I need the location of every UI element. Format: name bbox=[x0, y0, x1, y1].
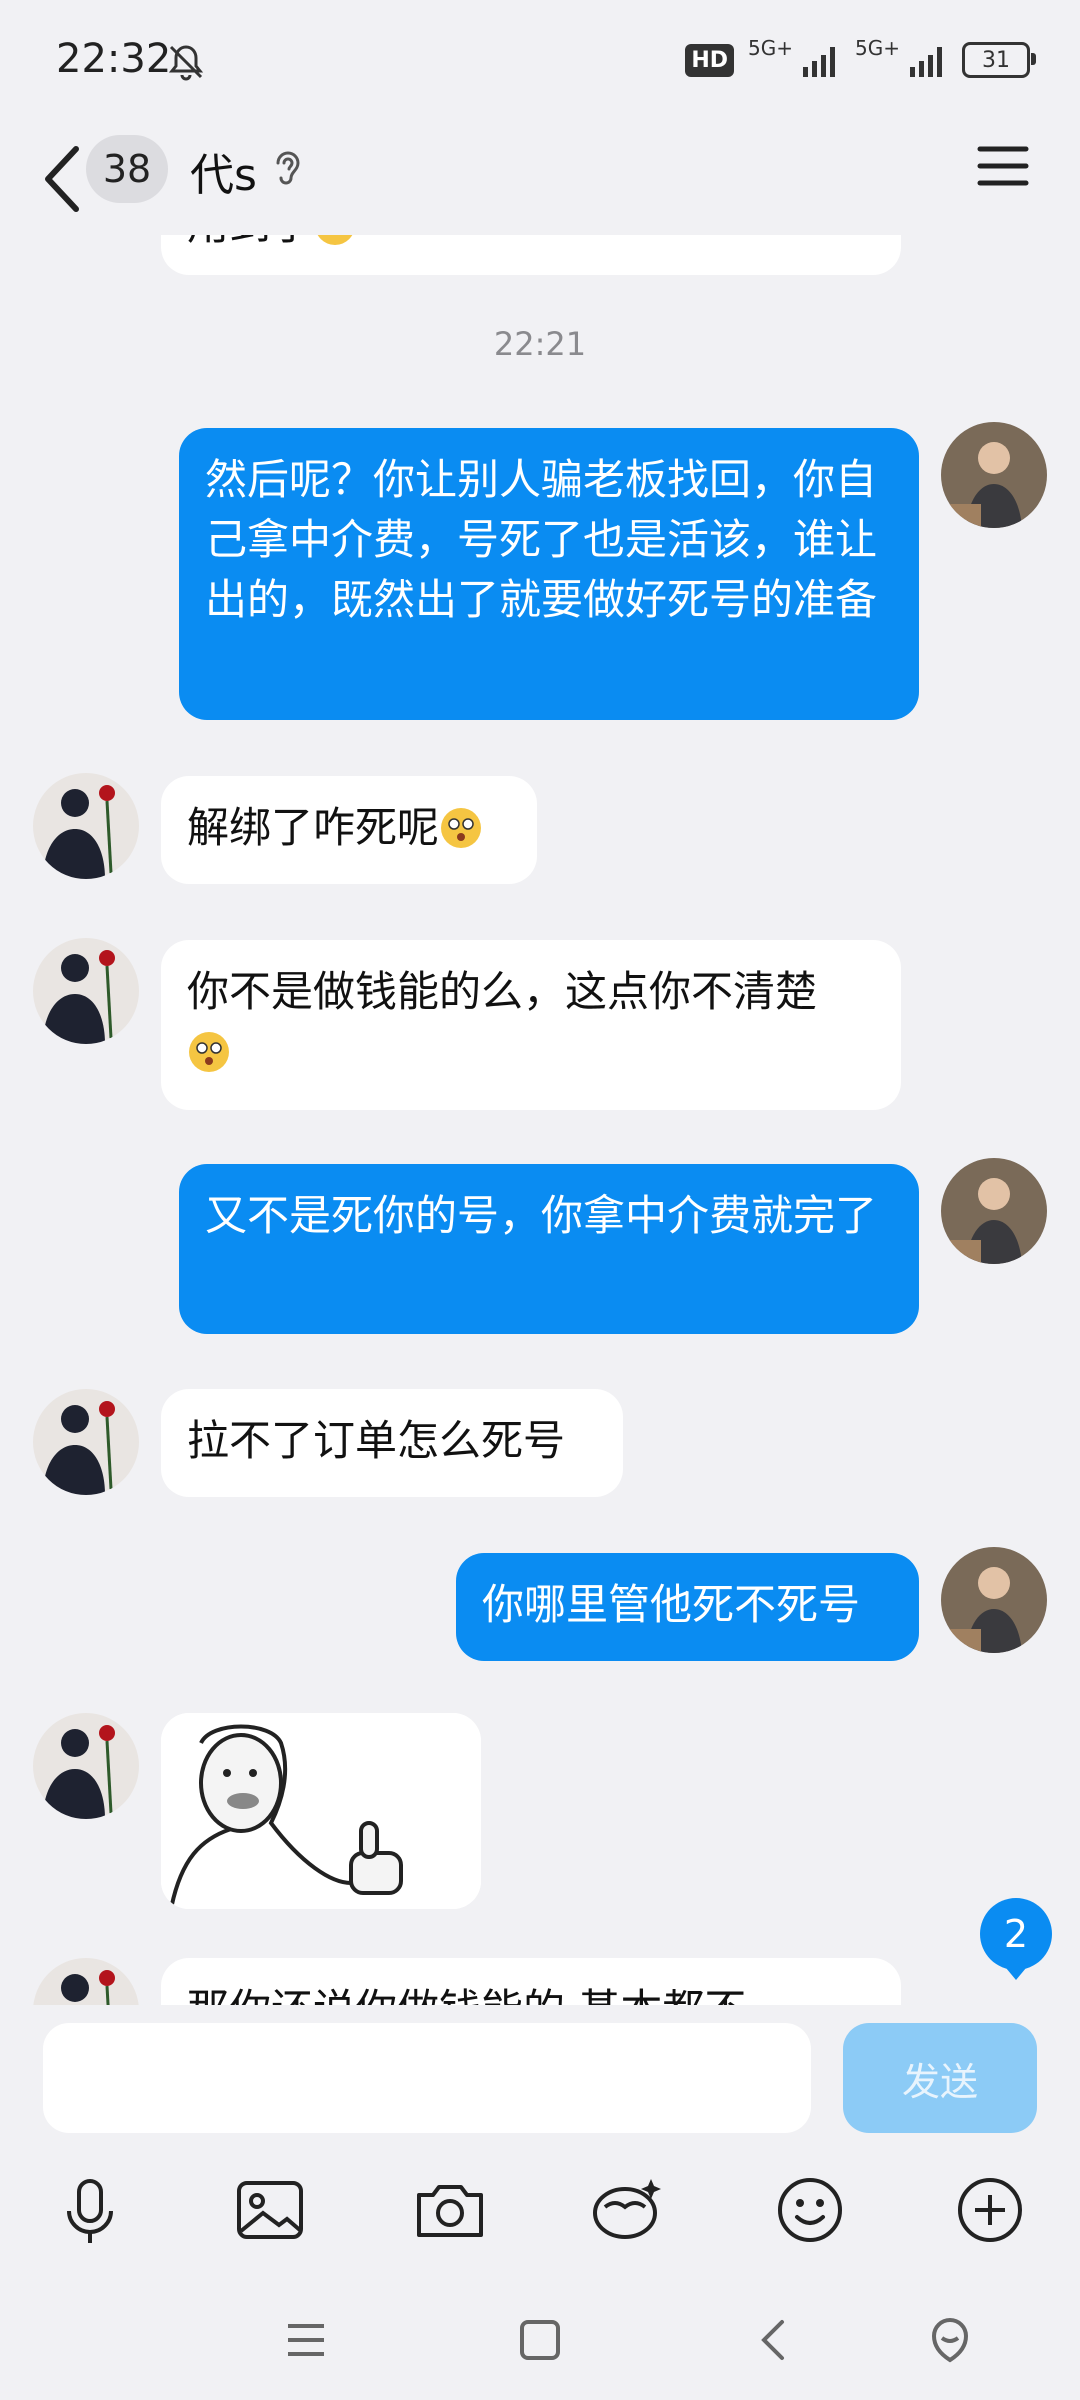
message-text: 又不是死你的号，你拿中介费就完了 bbox=[205, 1191, 878, 1240]
menu-icon[interactable] bbox=[976, 141, 1030, 191]
message-bubble-partial[interactable]: 用到了 bbox=[161, 235, 901, 275]
status-indicators: HD 5G+ 5G+ 31 bbox=[685, 36, 1036, 78]
send-button[interactable]: 发送 bbox=[843, 2023, 1037, 2133]
flushed-emoji-icon bbox=[441, 808, 482, 848]
assistant-icon[interactable] bbox=[920, 2310, 980, 2370]
ear-icon[interactable] bbox=[270, 147, 304, 191]
camera-icon[interactable] bbox=[405, 2165, 495, 2255]
message-text: 你不是做钱能的么，这点你不清楚 bbox=[187, 967, 818, 1016]
battery-indicator: 31 bbox=[962, 42, 1036, 78]
system-nav-bar bbox=[0, 2300, 1080, 2400]
contact-avatar[interactable] bbox=[33, 773, 139, 879]
message-bubble-incoming[interactable]: 那你还说你做钱能的 基本都不 bbox=[161, 1958, 901, 2005]
signal-icon-2 bbox=[910, 47, 942, 77]
emoji-icon[interactable] bbox=[765, 2165, 855, 2255]
message-bubble-incoming[interactable]: 拉不了订单怎么死号 bbox=[161, 1389, 623, 1497]
input-bar: 发送 bbox=[0, 2005, 1080, 2165]
back-icon[interactable] bbox=[744, 2310, 804, 2370]
contact-avatar[interactable] bbox=[33, 1958, 139, 2005]
plus-icon[interactable] bbox=[945, 2165, 1035, 2255]
network-label-1: 5G+ bbox=[748, 36, 794, 60]
my-avatar[interactable] bbox=[941, 422, 1047, 528]
message-bubble-outgoing[interactable]: 然后呢？你让别人骗老板找回，你自己拿中介费，号死了也是活该，谁让出的，既然出了就… bbox=[179, 428, 919, 720]
message-text: 解绑了咋死呢 bbox=[187, 803, 440, 852]
signal-icon bbox=[803, 47, 836, 77]
home-icon[interactable] bbox=[510, 2310, 570, 2370]
status-bar: 22:32 HD 5G+ 5G+ 31 bbox=[0, 0, 1080, 125]
contact-avatar[interactable] bbox=[33, 1389, 139, 1495]
back-arrow-icon[interactable] bbox=[34, 137, 94, 217]
message-input[interactable] bbox=[43, 2023, 811, 2133]
message-bubble-outgoing[interactable]: 你哪里管他死不死号 bbox=[456, 1553, 919, 1661]
thumbs-up-sticker-icon bbox=[161, 1713, 481, 1909]
my-avatar[interactable] bbox=[941, 1547, 1047, 1653]
status-time: 22:32 bbox=[56, 36, 172, 82]
message-bubble-incoming[interactable]: 解绑了咋死呢 bbox=[161, 776, 537, 884]
emoji-icon bbox=[317, 235, 353, 245]
contact-avatar[interactable] bbox=[33, 938, 139, 1044]
message-text: 用到了 bbox=[187, 235, 313, 249]
sticker-message[interactable] bbox=[161, 1713, 481, 1909]
message-bubble-incoming[interactable]: 你不是做钱能的么，这点你不清楚 bbox=[161, 940, 901, 1110]
red-packet-icon[interactable] bbox=[583, 2165, 673, 2255]
my-avatar[interactable] bbox=[941, 1158, 1047, 1264]
timestamp: 22:21 bbox=[493, 325, 587, 363]
chat-title[interactable]: 代s bbox=[190, 139, 257, 203]
message-bubble-outgoing[interactable]: 又不是死你的号，你拿中介费就完了 bbox=[179, 1164, 919, 1334]
mute-bell-icon bbox=[168, 45, 204, 81]
message-text: 那你还说你做钱能的 基本都不 bbox=[187, 1985, 746, 2005]
unread-count-badge[interactable]: 38 bbox=[86, 135, 168, 203]
image-icon[interactable] bbox=[225, 2165, 315, 2255]
input-toolbar bbox=[0, 2165, 1080, 2295]
message-text: 你哪里管他死不死号 bbox=[482, 1580, 861, 1629]
contact-avatar[interactable] bbox=[33, 1713, 139, 1819]
message-list[interactable]: 用到了 22:21 然后呢？你让别人骗老板找回，你自己拿中介费，号死了也是活该，… bbox=[0, 235, 1080, 2005]
message-text: 然后呢？你让别人骗老板找回，你自己拿中介费，号死了也是活该，谁让出的，既然出了就… bbox=[205, 455, 878, 624]
recent-apps-icon[interactable] bbox=[276, 2310, 336, 2370]
chat-header: 38 代s bbox=[0, 125, 1080, 235]
message-text: 拉不了订单怎么死号 bbox=[187, 1416, 566, 1465]
new-message-indicator[interactable]: 2 bbox=[980, 1898, 1052, 1980]
network-label-2: 5G+ bbox=[855, 36, 900, 60]
flushed-emoji-icon bbox=[189, 1032, 229, 1072]
microphone-icon[interactable] bbox=[45, 2165, 135, 2255]
hd-badge: HD bbox=[685, 43, 735, 77]
